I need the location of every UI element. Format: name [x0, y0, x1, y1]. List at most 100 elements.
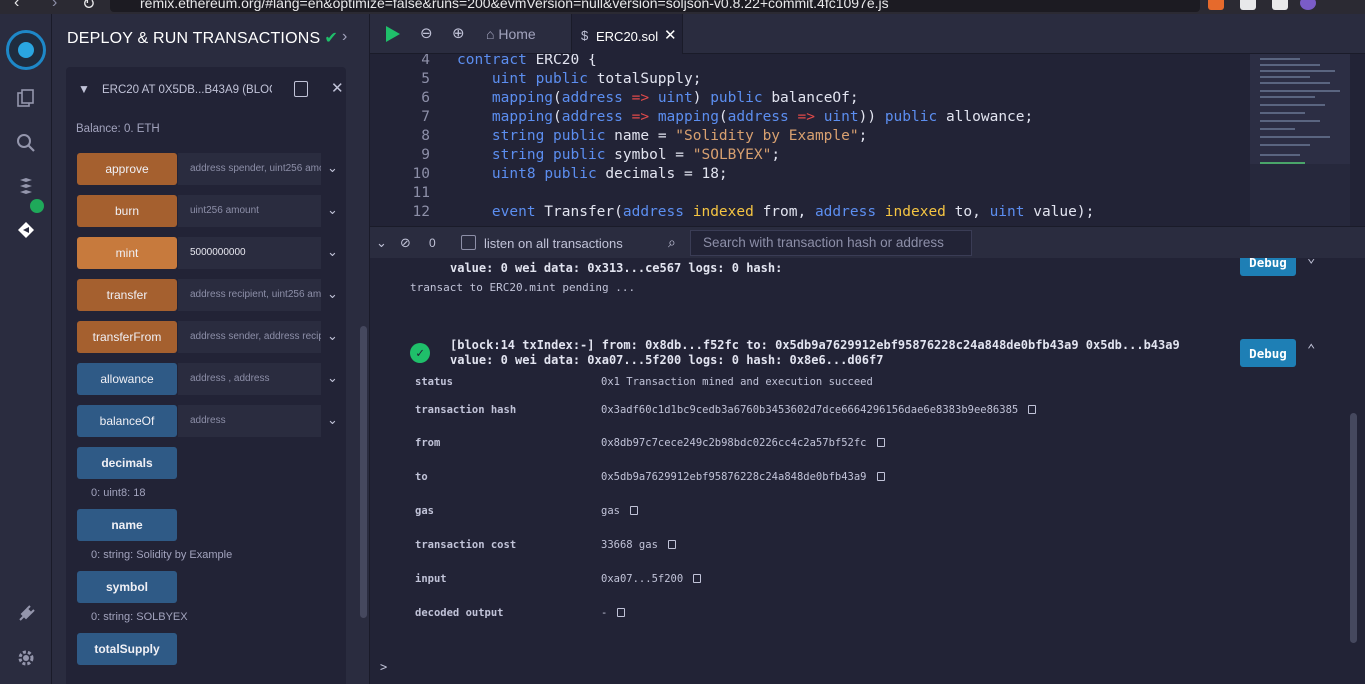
approve-args-input[interactable]: address spender, uint256 amount — [178, 153, 321, 185]
allowance-args-input[interactable]: address , address — [178, 363, 321, 395]
burn-args-input[interactable]: uint256 amount — [178, 195, 321, 227]
expand-chevron-icon[interactable]: ⌄ — [327, 160, 338, 176]
chevron-up-icon[interactable]: ⌃ — [1307, 342, 1315, 358]
run-script-icon[interactable] — [386, 26, 400, 42]
remix-logo-icon[interactable] — [6, 30, 46, 70]
approve-button[interactable]: approve — [77, 153, 177, 185]
code-line[interactable]: 12 event Transfer(address indexed from, … — [370, 203, 1250, 222]
listen-checkbox[interactable] — [461, 235, 476, 250]
expand-chevron-icon[interactable]: ⌄ — [327, 328, 338, 344]
expand-chevron-icon[interactable]: ⌄ — [327, 412, 338, 428]
decimals-button[interactable]: decimals — [77, 447, 177, 479]
expand-chevron-icon[interactable]: ⌄ — [327, 244, 338, 260]
debug-button-previous[interactable]: Debug — [1240, 258, 1296, 276]
terminal-output: value: 0 wei data: 0x313...ce567 logs: 0… — [370, 258, 1365, 684]
terminal-scrollbar[interactable] — [1350, 413, 1357, 643]
code-line[interactable]: 5 uint public totalSupply; — [370, 70, 1250, 89]
clear-console-icon[interactable]: ⊘ — [400, 235, 411, 251]
console-prompt[interactable]: > — [380, 660, 387, 674]
transfer-button[interactable]: transfer — [77, 279, 177, 311]
success-check-icon: ✓ — [410, 343, 430, 363]
address-bar[interactable]: remix.ethereum.org/#lang=en&optimize=fal… — [110, 0, 1200, 12]
line-number: 9 — [421, 147, 430, 163]
solidity-file-icon: $ — [581, 28, 589, 43]
allowance-button[interactable]: allowance — [77, 363, 177, 395]
copy-icon[interactable] — [1028, 405, 1037, 414]
balanceof-args-input[interactable]: address — [178, 405, 321, 437]
line-number: 11 — [412, 185, 430, 201]
chevron-down-icon[interactable]: ⌄ — [1307, 258, 1315, 266]
expand-chevron-icon[interactable]: ⌄ — [327, 286, 338, 302]
search-icon[interactable] — [14, 131, 38, 155]
copy-icon[interactable] — [629, 506, 638, 515]
code-text: uint public totalSupply; — [491, 71, 702, 87]
close-icon[interactable]: ✕ — [331, 79, 344, 97]
code-editor[interactable]: 4 contract ERC20 {5 uint public totalSupp… — [370, 54, 1365, 226]
code-line[interactable]: 8 string public name = "Solidity by Exam… — [370, 127, 1250, 146]
copy-icon[interactable] — [693, 574, 702, 583]
settings-gear-icon[interactable] — [14, 646, 38, 670]
line-number: 5 — [421, 71, 430, 87]
file-explorer-icon[interactable] — [14, 86, 38, 110]
copy-address-icon[interactable] — [294, 81, 308, 97]
line-number: 12 — [412, 204, 430, 220]
deploy-run-icon[interactable] — [14, 218, 38, 242]
chevron-right-icon[interactable]: › — [342, 28, 348, 46]
collapse-terminal-icon[interactable]: ⌄ — [376, 235, 387, 251]
line-number: 7 — [421, 109, 430, 125]
extension-icon[interactable] — [1208, 0, 1224, 10]
expand-chevron-icon[interactable]: ⌄ — [327, 202, 338, 218]
function-row-transferfrom: transferFrom address sender, address rec… — [77, 321, 339, 353]
transferfrom-button[interactable]: transferFrom — [77, 321, 177, 353]
editor-tab-bar: ⊖ ⊕ ⌂ Home $ ERC20.sol ✕ — [370, 14, 1365, 54]
tx-header: [block:14 txIndex:-] from: 0x8db...f52fc… — [450, 338, 1180, 352]
tab-erc20-sol[interactable]: $ ERC20.sol ✕ — [571, 14, 683, 54]
code-line[interactable]: 9 string public symbol = "SOLBYEX"; — [370, 146, 1250, 165]
transferfrom-args-input[interactable]: address sender, address recipient, uint2… — [178, 321, 321, 353]
mint-args-input[interactable]: 5000000000 — [178, 237, 321, 269]
name-button[interactable]: name — [77, 509, 177, 541]
zoom-in-icon[interactable]: ⊕ — [452, 24, 465, 42]
solidity-compiler-icon[interactable] — [14, 174, 38, 198]
deployed-contract-card: ▼ ERC20 AT 0X5DB...B43A9 (BLOCKCHAIN) ✕ … — [66, 67, 346, 684]
copy-icon[interactable] — [617, 608, 626, 617]
close-tab-icon[interactable]: ✕ — [664, 26, 677, 44]
totalsupply-button[interactable]: totalSupply — [77, 633, 177, 665]
plugin-manager-icon[interactable] — [14, 602, 38, 626]
panel-scrollbar[interactable] — [360, 326, 367, 618]
contract-instance-name: ERC20 AT 0X5DB...B43A9 (BLOCKCHAIN) — [102, 84, 272, 96]
zoom-out-icon[interactable]: ⊖ — [420, 24, 433, 42]
symbol-button[interactable]: symbol — [77, 571, 177, 603]
copy-icon[interactable] — [667, 540, 676, 549]
reload-icon[interactable]: ↻ — [82, 0, 95, 14]
editor-minimap[interactable] — [1250, 54, 1350, 226]
burn-button[interactable]: burn — [77, 195, 177, 227]
code-line[interactable]: 6 mapping(address => uint) public balanc… — [370, 89, 1250, 108]
window-icon[interactable] — [1272, 0, 1288, 10]
chevron-down-icon[interactable]: ▼ — [78, 82, 90, 96]
symbol-result: 0: string: SOLBYEX — [91, 611, 188, 623]
code-line[interactable]: 10 uint8 public decimals = 18; — [370, 165, 1250, 184]
balanceof-button[interactable]: balanceOf — [77, 405, 177, 437]
forward-icon[interactable]: › — [52, 0, 57, 12]
line-number: 6 — [421, 90, 430, 106]
detail-key: input — [415, 573, 447, 585]
code-line[interactable]: 7 mapping(address => mapping(address => … — [370, 108, 1250, 127]
contract-header[interactable]: ▼ ERC20 AT 0X5DB...B43A9 (BLOCKCHAIN) ✕ — [66, 67, 346, 113]
detail-value-text: 0x5db9a7629912ebf95876228c24a848de0bfb43… — [601, 471, 867, 483]
profile-avatar[interactable] — [1300, 0, 1316, 10]
tab-home[interactable]: ⌂ Home — [486, 26, 536, 42]
back-icon[interactable]: ‹ — [14, 0, 19, 12]
code-line[interactable]: 4 contract ERC20 { — [370, 54, 1250, 70]
copy-icon[interactable] — [876, 438, 885, 447]
code-line[interactable]: 11 — [370, 184, 1250, 203]
debug-button[interactable]: Debug — [1240, 339, 1296, 367]
transfer-args-input[interactable]: address recipient, uint256 amount — [178, 279, 321, 311]
mint-button[interactable]: mint — [77, 237, 177, 269]
copy-icon[interactable] — [876, 472, 885, 481]
tx-header-text: [block:14 txIndex:-] from: 0x8db...f52fc… — [450, 338, 1180, 352]
expand-chevron-icon[interactable]: ⌄ — [327, 370, 338, 386]
terminal-search-input[interactable]: Search with transaction hash or address — [690, 230, 972, 256]
browser-chrome: ‹ › ↻ remix.ethereum.org/#lang=en&optimi… — [0, 0, 1365, 14]
puzzle-icon[interactable] — [1240, 0, 1256, 10]
